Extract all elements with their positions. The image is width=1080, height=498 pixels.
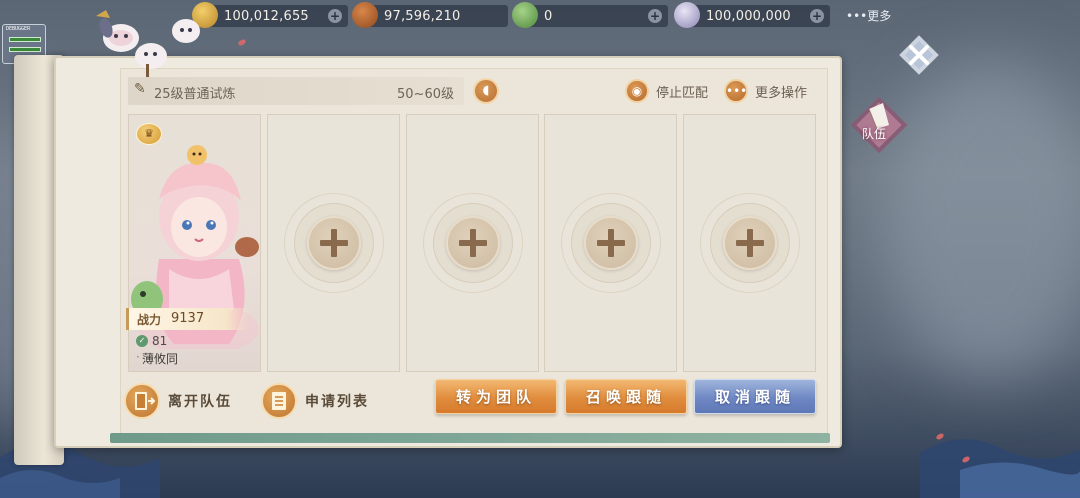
team-tab-label: 队伍 (862, 127, 887, 141)
class-shield-icon: ✓ (136, 335, 148, 347)
power-ribbon: 战力 9137 (126, 308, 250, 330)
member-level: 81 (152, 334, 168, 348)
plus-icon (747, 229, 753, 257)
power-value: 9137 (171, 311, 205, 326)
member-level-row: ✓ 81 (136, 334, 167, 348)
stop-match-icon: ◉ (625, 79, 649, 103)
resource-silver: 100,000,000 + (674, 2, 830, 28)
plus-icon (470, 229, 476, 257)
add-member-button[interactable] (307, 216, 361, 270)
summon-follow-button[interactable]: 召唤跟随 (565, 379, 687, 414)
copper-value: 97,596,210 (384, 8, 461, 24)
add-member-button[interactable] (723, 216, 777, 270)
panel-trim (110, 433, 830, 443)
cancel-follow-button[interactable]: 取消跟随 (694, 379, 816, 414)
close-icon[interactable] (896, 32, 942, 78)
add-jade-button[interactable]: + (648, 9, 662, 23)
door-icon (124, 383, 160, 419)
member-slot-empty[interactable] (267, 114, 400, 372)
jade-value: 0 (544, 8, 553, 24)
resource-copper: 97,596,210 (352, 2, 508, 28)
copper-coin-icon (352, 2, 378, 28)
resource-jade: 0 + (512, 2, 668, 28)
member-slot-empty[interactable] (683, 114, 816, 372)
list-icon (261, 383, 297, 419)
activity-header: ✎ 25级普通试炼 50~60级 (128, 77, 464, 105)
plus-icon (608, 229, 614, 257)
resource-gold: 100,012,655 + (192, 2, 348, 28)
add-member-button[interactable] (584, 216, 638, 270)
more-dots-icon: ••• (724, 79, 748, 103)
member-slot-empty[interactable] (406, 114, 539, 372)
plus-icon (331, 229, 337, 257)
silver-value: 100,000,000 (706, 8, 791, 24)
level-range: 50~60级 (397, 87, 454, 102)
convert-group-button[interactable]: 转为团队 (435, 379, 557, 414)
stop-match-label: 停止匹配 (656, 85, 709, 101)
brush-icon: ✎ (134, 81, 146, 97)
more-menu-link[interactable]: •••更多 (846, 7, 891, 24)
activity-name: 25级普通试炼 (154, 87, 236, 102)
team-tab[interactable]: 队伍 (849, 95, 909, 157)
silver-ingot-icon (674, 2, 700, 28)
add-gold-button[interactable]: + (328, 9, 342, 23)
stop-match-button[interactable]: ◉ 停止匹配 (625, 78, 708, 104)
add-member-button[interactable] (446, 216, 500, 270)
power-label: 战力 (137, 313, 162, 327)
apply-list-label: 申请列表 (305, 394, 369, 410)
leave-team-label: 离开队伍 (168, 394, 232, 410)
member-slot-empty[interactable] (544, 114, 677, 372)
debugger-bar (9, 37, 41, 42)
leave-team-button[interactable]: 离开队伍 (124, 382, 232, 420)
member-name: 薄攸同 (136, 350, 178, 367)
mascot-decoration (96, 10, 200, 84)
jade-leaf-icon (512, 2, 538, 28)
debugger-bar (9, 47, 41, 52)
petal-decoration (237, 38, 247, 47)
add-silver-button[interactable]: + (810, 9, 824, 23)
gold-value: 100,012,655 (224, 8, 309, 24)
apply-list-button[interactable]: 申请列表 (261, 382, 369, 420)
debugger-label: DEBUGGER (6, 26, 31, 32)
voice-button[interactable]: ◖ (473, 78, 499, 104)
more-ops-label: 更多操作 (755, 85, 808, 101)
background-glow (880, 60, 1080, 380)
speaker-icon: ◖ (482, 83, 490, 98)
leader-crown-icon: ♛ (136, 123, 162, 145)
more-ops-button[interactable]: ••• 更多操作 (724, 78, 807, 104)
